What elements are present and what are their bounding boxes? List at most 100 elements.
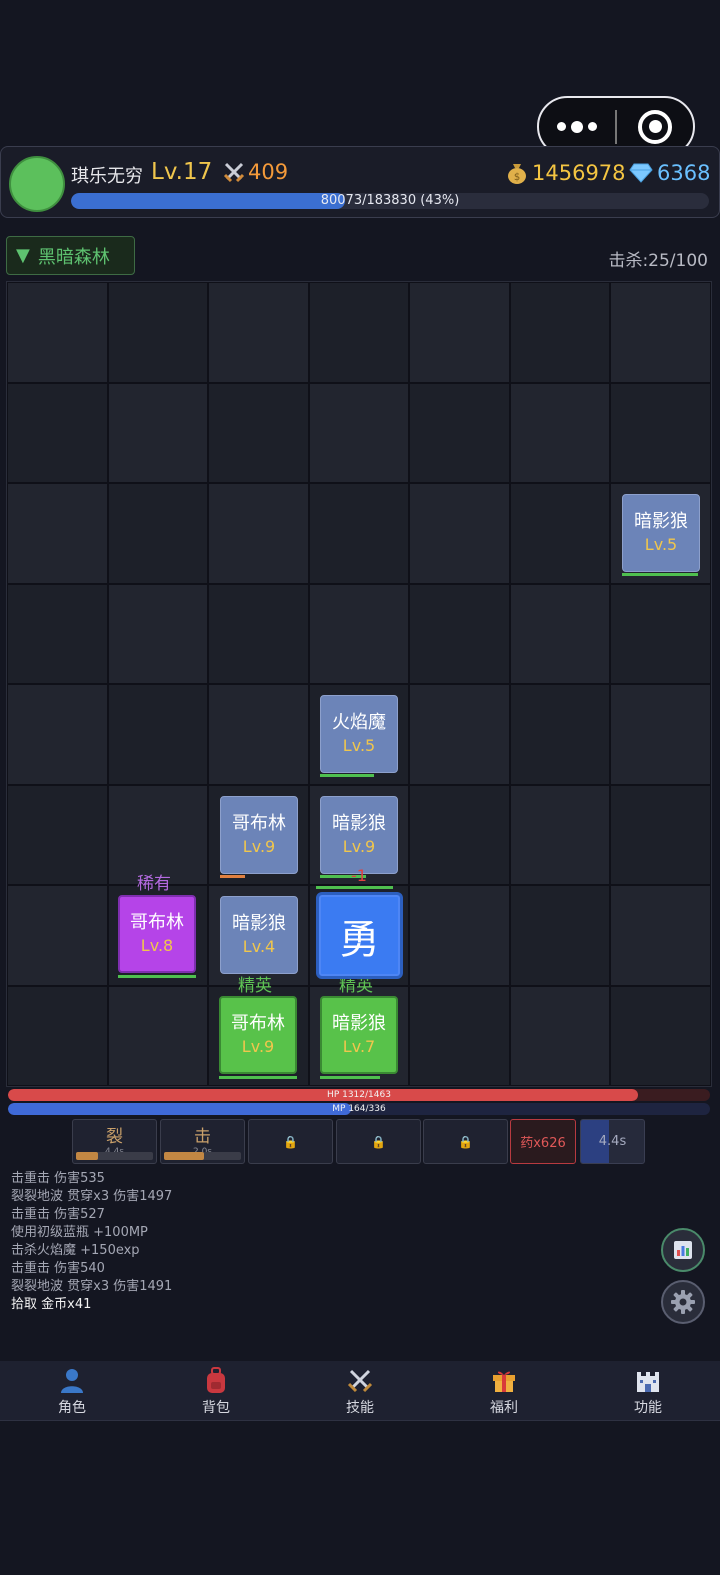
unit-hp-bar (320, 1076, 380, 1079)
stats-button[interactable] (661, 1228, 705, 1272)
unit-level: Lv.5 (644, 535, 678, 554)
grid-cell[interactable] (510, 484, 610, 583)
unit-level: Lv.5 (342, 736, 376, 755)
grid-cell[interactable] (209, 383, 308, 482)
grid-cell[interactable] (611, 383, 710, 482)
grid-cell[interactable] (108, 484, 208, 583)
grid-cell[interactable] (209, 283, 308, 382)
grid-cell[interactable] (209, 685, 308, 784)
skill-slot-1[interactable]: 裂 4.4s (72, 1119, 157, 1164)
grid-cell[interactable] (8, 383, 107, 482)
enemy-unit[interactable]: 暗影狼 Lv.7 (320, 996, 398, 1074)
enemy-unit[interactable]: 暗影狼 Lv.4 (220, 896, 298, 974)
grid-cell[interactable] (108, 283, 208, 382)
grid-cell[interactable] (108, 584, 208, 683)
nav-functions[interactable]: 功能 (576, 1361, 720, 1420)
nav-character[interactable]: 角色 (0, 1361, 144, 1420)
grid-cell[interactable] (8, 283, 107, 382)
grid-cell[interactable] (8, 986, 107, 1085)
nav-skills[interactable]: 技能 (288, 1361, 432, 1420)
unit-name: 暗影狼 (332, 813, 386, 834)
grid-cell[interactable] (8, 785, 107, 884)
combat-log: 击重击 伤害535 裂裂地波 贯穿x3 伤害1497 击重击 伤害527 使用初… (11, 1170, 172, 1314)
svg-text:$: $ (514, 172, 520, 183)
nav-benefits[interactable]: 福利 (432, 1361, 576, 1420)
grid-cell[interactable] (8, 886, 107, 985)
person-icon (57, 1365, 87, 1395)
grid-cell[interactable] (410, 383, 509, 482)
grid-cell[interactable] (611, 584, 710, 683)
grid-cell[interactable] (611, 283, 710, 382)
grid-cell[interactable] (510, 584, 610, 683)
grid-cell[interactable] (309, 584, 409, 683)
grid-cell[interactable] (410, 986, 509, 1085)
grid-cell[interactable] (510, 986, 610, 1085)
grid-cell[interactable] (410, 283, 509, 382)
grid-cell[interactable] (611, 785, 710, 884)
grid-cell[interactable] (108, 685, 208, 784)
gear-icon (671, 1290, 695, 1314)
grid-cell[interactable] (8, 484, 107, 583)
enemy-unit[interactable]: 哥布林 Lv.9 (220, 796, 298, 874)
nav-label: 背包 (202, 1399, 230, 1416)
cooldown-text: 4.4s (598, 1134, 627, 1149)
settings-button[interactable] (661, 1280, 705, 1324)
grid-cell[interactable] (410, 484, 509, 583)
enemy-unit[interactable]: 暗影狼 Lv.5 (622, 494, 700, 572)
grid-cell[interactable] (309, 283, 409, 382)
enemy-unit[interactable]: 哥布林 Lv.9 (219, 996, 297, 1074)
grid-cell[interactable] (8, 685, 107, 784)
unit-level: Lv.4 (242, 937, 276, 956)
grid-cell[interactable] (410, 785, 509, 884)
grid-cell[interactable] (510, 785, 610, 884)
dot-icon (557, 122, 566, 131)
grid-cell[interactable] (209, 584, 308, 683)
grid-cell[interactable] (309, 484, 409, 583)
gem-value: 6368 (657, 161, 711, 185)
potion-button[interactable]: 药x626 (510, 1119, 576, 1164)
grid-cell[interactable] (510, 383, 610, 482)
enemy-unit[interactable]: 暗影狼 Lv.9 (320, 796, 398, 874)
crossed-swords-icon (223, 162, 245, 183)
nav-backpack[interactable]: 背包 (144, 1361, 288, 1420)
grid-cell[interactable] (8, 584, 107, 683)
grid-cell[interactable] (611, 685, 710, 784)
player-level: Lv.17 (151, 159, 213, 185)
skill-slot-locked[interactable]: 🔒 (248, 1119, 333, 1164)
grid-cell[interactable] (108, 383, 208, 482)
enemy-unit[interactable]: 火焰魔 Lv.5 (320, 695, 398, 773)
rarity-tag: 稀有 (137, 874, 171, 894)
unit-hp-bar (219, 1076, 297, 1079)
grid-cell[interactable] (510, 685, 610, 784)
nav-label: 福利 (490, 1399, 518, 1416)
nav-label: 角色 (58, 1399, 86, 1416)
dot-icon (588, 122, 597, 131)
grid-cell[interactable] (309, 383, 409, 482)
cooldown-button[interactable]: 4.4s (580, 1119, 645, 1164)
unit-level: Lv.8 (140, 936, 174, 955)
castle-icon (633, 1365, 663, 1395)
grid-cell[interactable] (510, 283, 610, 382)
unit-name: 暗影狼 (332, 1013, 386, 1034)
nav-label: 功能 (634, 1399, 662, 1416)
grid-cell[interactable] (209, 484, 308, 583)
enemy-unit[interactable]: 哥布林 Lv.8 (118, 895, 196, 973)
grid-cell[interactable] (410, 685, 509, 784)
map-selector[interactable]: ▼ 黑暗森林 (6, 236, 135, 275)
hero-unit[interactable]: 勇 (316, 892, 403, 979)
grid-cell[interactable] (410, 886, 509, 985)
backpack-icon (201, 1365, 231, 1395)
grid-cell[interactable] (611, 886, 710, 985)
unit-hp-bar (118, 975, 196, 978)
skill-slot-locked[interactable]: 🔒 (336, 1119, 421, 1164)
avatar[interactable] (9, 156, 65, 212)
close-mini-program-button[interactable] (617, 109, 693, 144)
grid-cell[interactable] (108, 986, 208, 1085)
skill-slot-2[interactable]: 击 2.0s (160, 1119, 245, 1164)
grid-cell[interactable] (410, 584, 509, 683)
skill-slot-locked[interactable]: 🔒 (423, 1119, 508, 1164)
elite-tag: 精英 (238, 976, 272, 996)
unit-name: 火焰魔 (332, 712, 386, 733)
grid-cell[interactable] (510, 886, 610, 985)
grid-cell[interactable] (611, 986, 710, 1085)
